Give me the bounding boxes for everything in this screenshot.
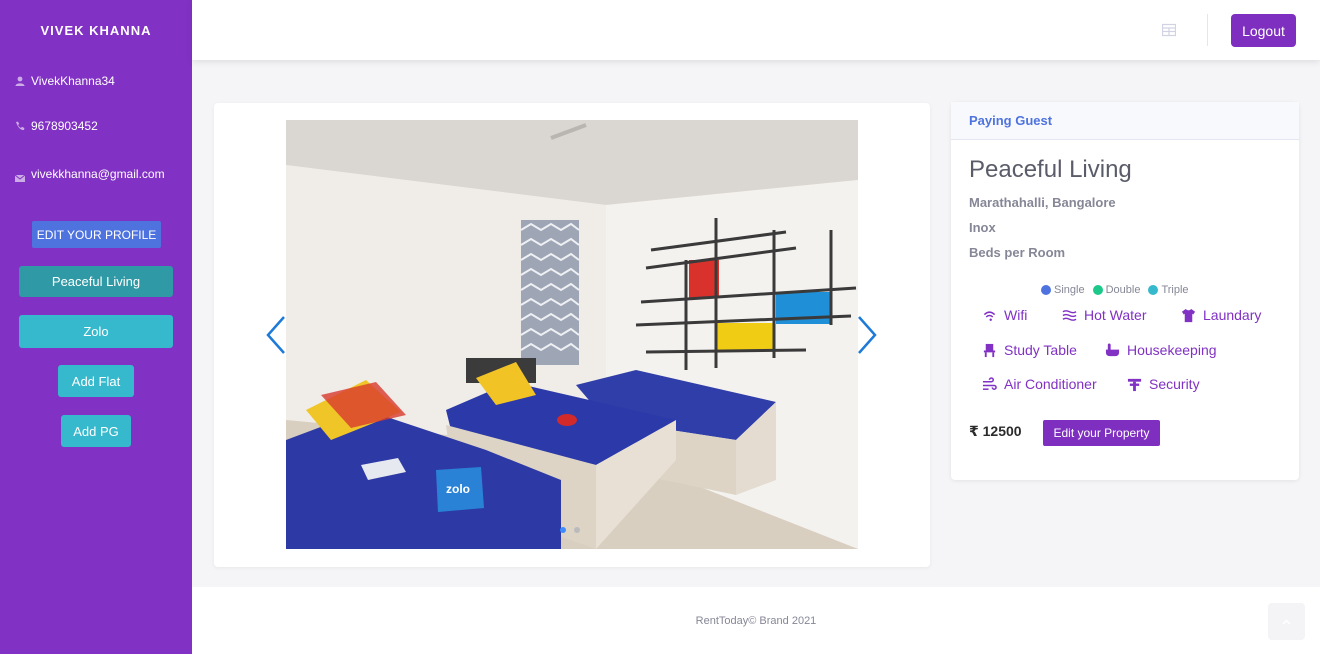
sidebar-phone: 9678903452 (0, 119, 98, 133)
sidebar-username: VivekKhanna34 (0, 74, 115, 88)
email-text: vivekkhanna@gmail.com (31, 167, 165, 181)
add-flat-button[interactable]: Add Flat (58, 365, 134, 397)
user-icon (14, 75, 26, 87)
zolo-card-label: zolo (446, 482, 470, 496)
single-swatch (1041, 285, 1051, 295)
bath-icon (1105, 342, 1120, 356)
beds-per-room-label: Beds per Room (969, 245, 1066, 260)
property-title: Peaceful Living (969, 156, 1132, 183)
property-details-card: Paying Guest Peaceful Living Marathahall… (951, 102, 1299, 480)
legend-single: Single (1041, 284, 1085, 296)
tshirt-icon (1181, 308, 1196, 322)
property-location: Marathahalli, Bangalore (969, 195, 1116, 210)
carousel-indicator-1[interactable] (560, 527, 566, 533)
property-category: Paying Guest (951, 102, 1299, 140)
amenity-housekeeping: Housekeeping (1105, 342, 1217, 358)
amenity-wifi: Wifi (982, 307, 1027, 323)
sidebar: VIVEK KHANNA VivekKhanna34 9678903452 vi… (0, 0, 192, 654)
wind-icon (982, 376, 997, 390)
room-photo: zolo (286, 120, 858, 549)
add-pg-button[interactable]: Add PG (61, 415, 131, 447)
property-peaceful-living-button[interactable]: Peaceful Living (19, 266, 173, 297)
property-zolo-button[interactable]: Zolo (19, 315, 173, 348)
logout-button[interactable]: Logout (1231, 14, 1296, 47)
triple-swatch (1148, 285, 1159, 295)
carousel-slide-image: zolo (286, 120, 858, 549)
phone-icon (14, 120, 26, 132)
amenity-air-conditioner: Air Conditioner (982, 376, 1097, 392)
phone-text: 9678903452 (31, 119, 98, 133)
amenity-laundary: Laundary (1181, 307, 1261, 323)
amenity-hot-water: Hot Water (1062, 307, 1147, 323)
hot-water-icon (1062, 309, 1077, 321)
scroll-to-top-button[interactable] (1268, 603, 1305, 640)
legend-double: Double (1092, 284, 1140, 296)
property-price: ₹ 12500 (969, 423, 1022, 439)
property-landmark: Inox (969, 220, 996, 235)
chair-icon (983, 343, 996, 357)
property-carousel: zolo (214, 103, 930, 567)
amenity-security: Security (1127, 376, 1200, 392)
envelope-icon (14, 172, 26, 184)
username-text: VivekKhanna34 (31, 74, 115, 88)
topbar: Logout (192, 0, 1320, 60)
edit-profile-button[interactable]: EDIT YOUR PROFILE (32, 221, 161, 248)
edit-property-button[interactable]: Edit your Property (1043, 420, 1160, 446)
footer: RentToday© Brand 2021 (192, 587, 1320, 654)
carousel-indicator-2[interactable] (574, 527, 580, 533)
beds-legend: Single Double Triple (1041, 284, 1189, 296)
wifi-icon (983, 310, 996, 321)
amenity-study-table: Study Table (982, 342, 1077, 358)
double-swatch (1092, 285, 1103, 295)
sidebar-email: vivekkhanna@gmail.com (0, 164, 165, 184)
chevron-up-icon (1282, 619, 1291, 625)
footer-copyright: RentToday© Brand 2021 (695, 615, 817, 627)
topbar-divider (1207, 14, 1208, 46)
carousel-next-arrow-icon[interactable] (857, 315, 877, 355)
security-icon (1127, 378, 1142, 391)
table-icon[interactable] (1162, 23, 1176, 37)
legend-triple: Triple (1148, 284, 1189, 296)
sidebar-brand[interactable]: VIVEK KHANNA (0, 0, 192, 60)
carousel-indicators (560, 527, 580, 533)
carousel-prev-arrow-icon[interactable] (266, 315, 286, 355)
